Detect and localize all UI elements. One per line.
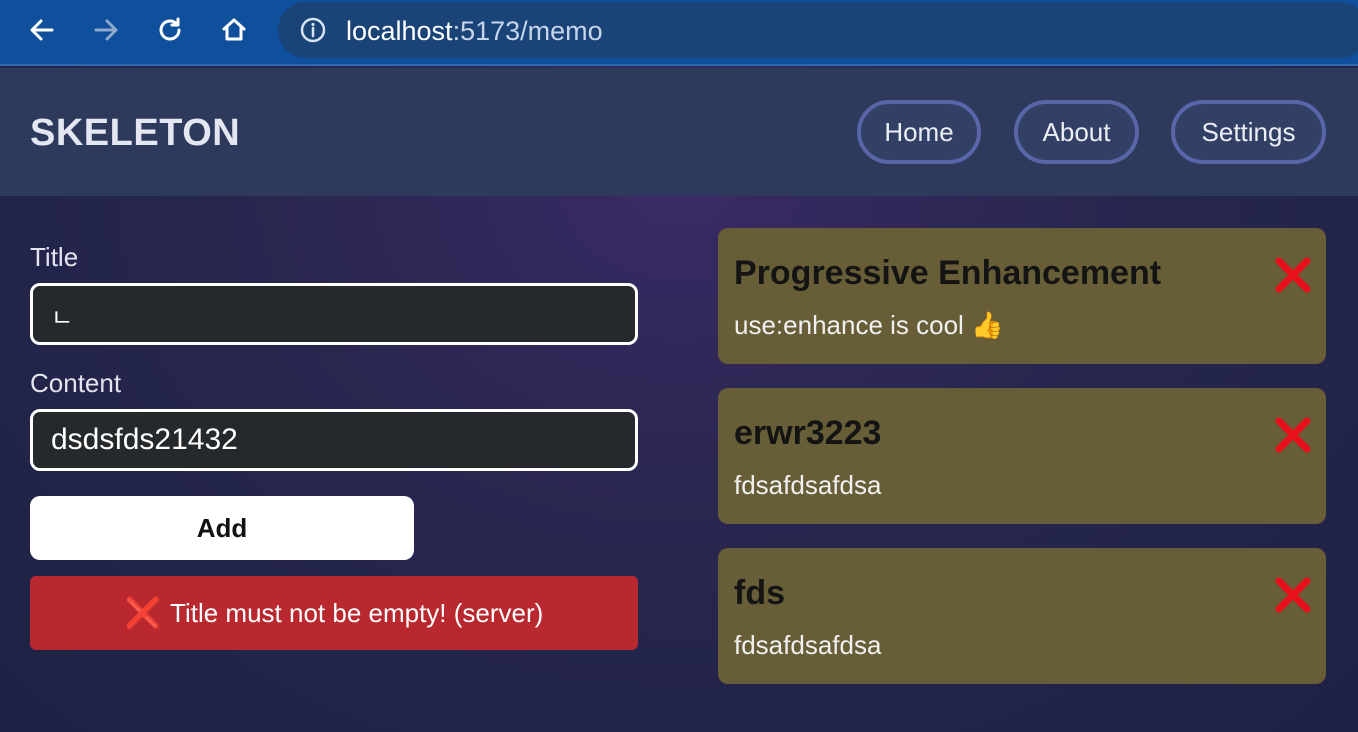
brand-logo[interactable]: SKELETON xyxy=(30,112,240,155)
memo-content: fdsafdsafdsa xyxy=(734,630,882,660)
url-path: :5173/memo xyxy=(452,16,603,46)
content-input[interactable]: dsdsfds21432 xyxy=(30,409,638,471)
nav-about[interactable]: About xyxy=(1014,100,1139,164)
cross-icon: ❌ xyxy=(124,596,163,630)
arrow-right-icon xyxy=(94,19,118,41)
memo-title: fds xyxy=(734,574,785,612)
error-text: Title must not be empty! (server) xyxy=(170,597,544,628)
url-host: localhost xyxy=(346,16,453,46)
add-button[interactable]: Add xyxy=(30,496,414,560)
forward-button[interactable] xyxy=(88,12,124,48)
nav-settings[interactable]: Settings xyxy=(1171,100,1326,164)
address-bar[interactable]: localhost:5173/memo xyxy=(278,2,1358,58)
nav-home[interactable]: Home xyxy=(857,100,981,164)
home-icon xyxy=(222,18,246,41)
reload-icon xyxy=(159,17,181,41)
back-button[interactable] xyxy=(24,12,60,48)
memo-title: erwr3223 xyxy=(734,414,882,452)
reload-button[interactable] xyxy=(152,12,188,48)
title-input-value: ㄴ xyxy=(51,304,74,332)
memo-content: fdsafdsafdsa xyxy=(734,470,882,500)
url-text: localhost:5173/memo xyxy=(346,16,603,47)
title-input[interactable]: ㄴ xyxy=(30,283,638,345)
memo-card: erwr3223 fdsafdsafdsa xyxy=(718,388,1326,524)
home-button[interactable] xyxy=(216,12,252,48)
memo-card: fds fdsafdsafdsa xyxy=(718,548,1326,684)
content-label: Content xyxy=(30,368,122,398)
memo-content: use:enhance is cool 👍 xyxy=(734,310,1004,340)
delete-x-icon[interactable] xyxy=(1274,256,1312,294)
delete-x-icon[interactable] xyxy=(1274,576,1312,614)
arrow-left-icon xyxy=(30,19,54,41)
title-label: Title xyxy=(30,242,79,272)
browser-toolbar: localhost:5173/memo xyxy=(0,0,1358,66)
memo-card: Progressive Enhancement use:enhance is c… xyxy=(718,228,1326,364)
error-message: ❌ Title must not be empty! (server) xyxy=(30,576,638,650)
delete-x-icon[interactable] xyxy=(1274,416,1312,454)
app-header: SKELETON Home About Settings xyxy=(0,68,1358,196)
info-icon[interactable] xyxy=(300,17,326,43)
memo-title: Progressive Enhancement xyxy=(734,254,1162,292)
content-input-value: dsdsfds21432 xyxy=(51,423,238,456)
